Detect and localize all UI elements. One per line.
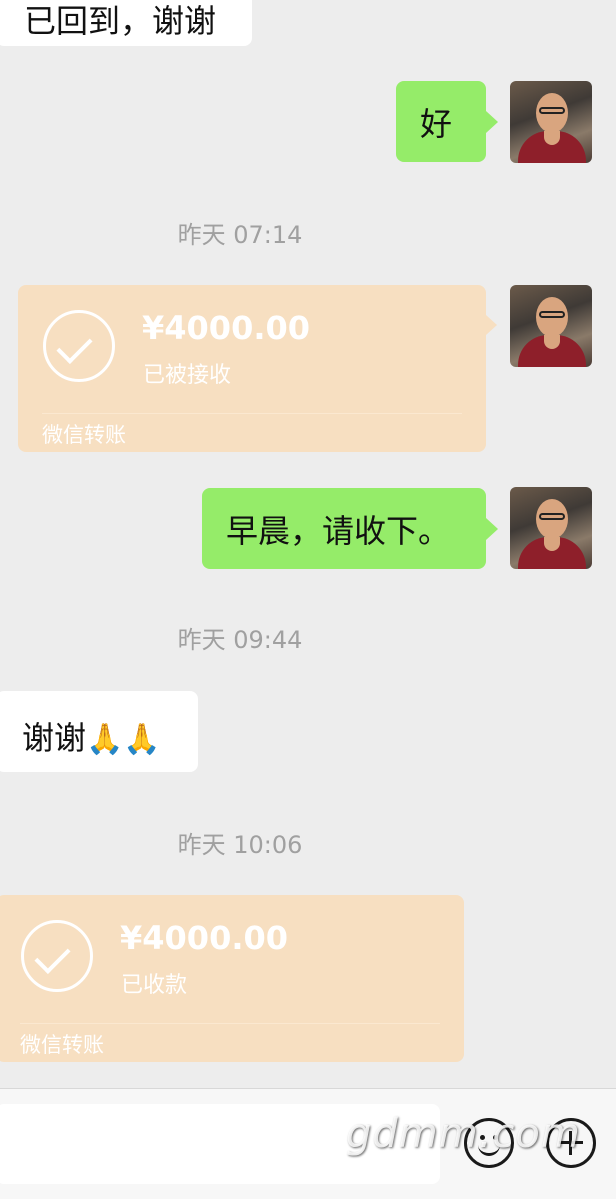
received-message[interactable]: 已回到，谢谢 [0,0,252,46]
transfer-card[interactable]: ¥4000.00 已被接收 微信转账 [18,285,497,452]
transfer-amount: ¥4000.00 [142,309,311,347]
transfer-card[interactable]: ¥4000.00 已收款 微信转账 [0,895,464,1062]
praying-hands-emoji: 🙏🙏 [86,722,161,757]
avatar[interactable] [510,285,592,367]
timestamp: 昨天 09:44 [177,626,303,654]
check-circle-icon [43,310,115,382]
avatar[interactable] [510,487,592,569]
sent-message[interactable]: 早晨，请收下。 [202,488,498,569]
transfer-label: 微信转账 [42,423,126,447]
sent-message[interactable]: 好 [396,81,498,162]
transfer-amount: ¥4000.00 [120,919,289,957]
chat-area[interactable]: 已回到，谢谢 好 昨天 07:14 ¥4000.00 已被接收 微信转账 早晨，… [0,0,616,1088]
message-text: 已回到，谢谢 [24,2,217,40]
watermark: gdmm.com [346,1111,581,1157]
message-text: 早晨，请收下。 [226,511,451,550]
transfer-status: 已被接收 [143,363,232,388]
message-text: 好 [420,104,453,143]
timestamp: 昨天 07:14 [177,221,303,249]
transfer-label: 微信转账 [20,1033,104,1057]
divider [42,413,462,414]
timestamp: 昨天 10:06 [177,831,303,859]
divider [20,1023,440,1024]
check-circle-icon [21,920,93,992]
received-message[interactable]: 谢谢🙏🙏 [0,691,198,772]
avatar[interactable] [510,81,592,163]
message-text: 谢谢 [22,719,87,757]
transfer-status: 已收款 [121,973,188,998]
